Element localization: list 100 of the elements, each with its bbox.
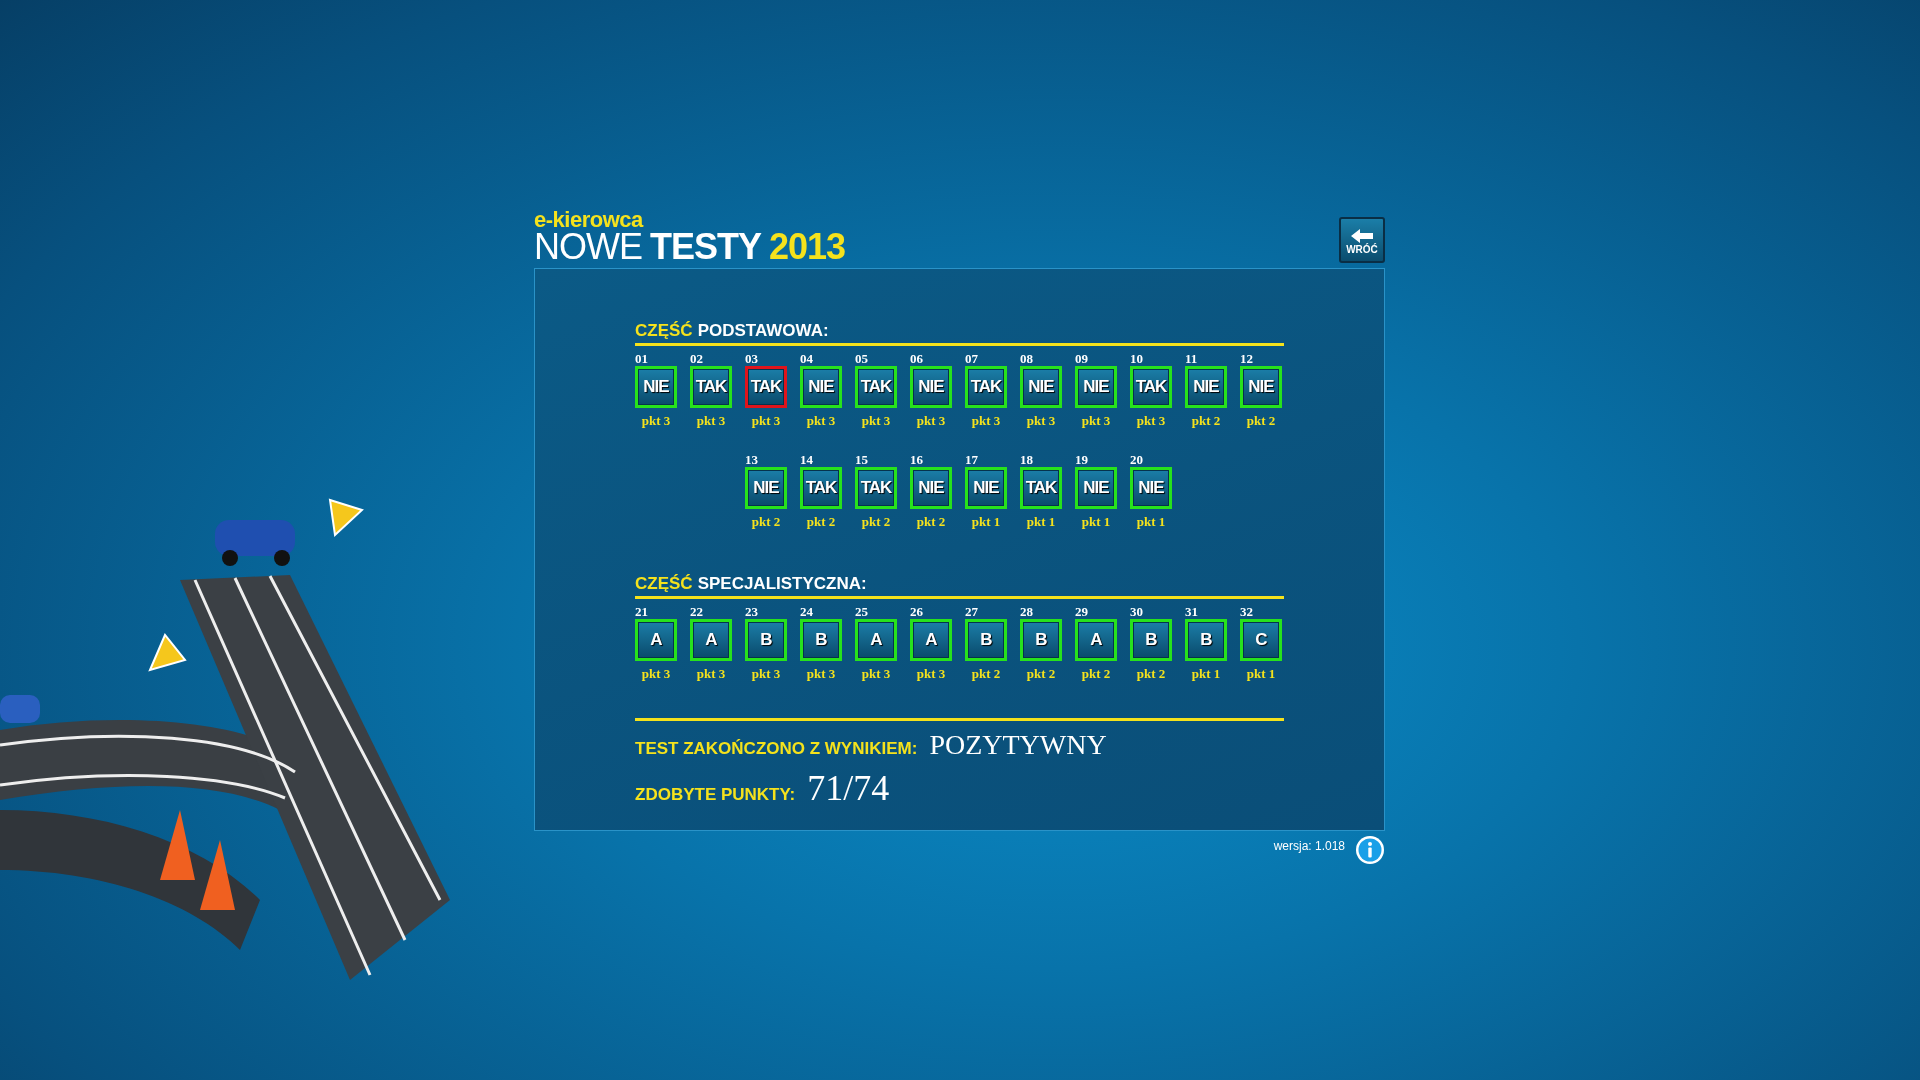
back-button[interactable]: WRÓĆ [1339,217,1385,263]
answer-tile[interactable]: B [1185,619,1227,661]
question-number: 08 [1020,351,1033,366]
question-number: 03 [745,351,758,366]
answer-tile[interactable]: NIE [1130,467,1172,509]
points-label: pkt 3 [696,666,726,682]
section-heading-accent: CZĘŚĆ [635,321,693,341]
answer-tile[interactable]: NIE [1075,467,1117,509]
question-number: 24 [800,604,813,619]
answer-tile[interactable]: NIE [910,467,952,509]
points-label: pkt 1 [1081,514,1111,530]
points-label: pkt 2 [916,514,946,530]
points-label: pkt 2 [751,514,781,530]
app-title: TESTY [650,229,761,265]
points-label: pkt 2 [806,514,836,530]
question-number: 20 [1130,452,1143,467]
answer-tile[interactable]: B [965,619,1007,661]
answer-tile[interactable]: NIE [910,366,952,408]
app-year: 2013 [769,229,846,265]
points-label: pkt 3 [806,413,836,429]
question-number: 06 [910,351,923,366]
answer-tile[interactable]: TAK [800,467,842,509]
score-value: 71/74 [807,767,890,809]
version-label: wersja: 1.018 [1273,839,1345,853]
answer-tile[interactable]: NIE [1240,366,1282,408]
points-label: pkt 3 [806,666,836,682]
answer-tile[interactable]: NIE [1185,366,1227,408]
points-label: pkt 1 [1026,514,1056,530]
question-number: 05 [855,351,868,366]
answer-tile[interactable]: B [1020,619,1062,661]
question-number: 02 [690,351,703,366]
question-number: 19 [1075,452,1088,467]
points-label: pkt 3 [916,413,946,429]
answer-tile[interactable]: B [1130,619,1172,661]
answer-tile[interactable]: TAK [1130,366,1172,408]
answer-tile[interactable]: NIE [1020,366,1062,408]
points-label: pkt 1 [971,514,1001,530]
question-number: 18 [1020,452,1033,467]
question-number: 28 [1020,604,1033,619]
section-heading: PODSTAWOWA: [697,321,829,341]
answer-tile[interactable]: TAK [690,366,732,408]
points-label: pkt 3 [696,413,726,429]
question-number: 13 [745,452,758,467]
question-number: 15 [855,452,868,467]
answer-tile[interactable]: TAK [965,366,1007,408]
points-label: pkt 3 [751,666,781,682]
question-number: 17 [965,452,978,467]
left-arrow-icon [1350,227,1374,244]
result-label: TEST ZAKOŃCZONO Z WYNIKIEM: [635,739,918,759]
answer-tile[interactable]: TAK [1020,467,1062,509]
points-label: pkt 3 [641,666,671,682]
question-number: 07 [965,351,978,366]
question-number: 04 [800,351,813,366]
answer-tile[interactable]: C [1240,619,1282,661]
brand-logo: e-kierowca [534,209,645,231]
answer-tile[interactable]: NIE [965,467,1007,509]
answer-tile[interactable]: TAK [855,467,897,509]
question-number: 09 [1075,351,1088,366]
points-label: pkt 2 [1136,666,1166,682]
answer-tile[interactable]: B [745,619,787,661]
question-number: 29 [1075,604,1088,619]
question-number: 27 [965,604,978,619]
points-label: pkt 3 [1081,413,1111,429]
answer-tile[interactable]: A [1075,619,1117,661]
info-icon[interactable] [1355,835,1385,865]
points-label: pkt 2 [861,514,891,530]
points-label: pkt 2 [1081,666,1111,682]
points-label: pkt 3 [1136,413,1166,429]
question-number: 10 [1130,351,1143,366]
score-label: ZDOBYTE PUNKTY: [635,785,796,805]
answer-tile[interactable]: NIE [635,366,677,408]
question-number: 11 [1185,351,1198,366]
answer-tile[interactable]: TAK [745,366,787,408]
result-value: POZYTYWNY [929,729,1107,761]
question-number: 31 [1185,604,1198,619]
points-label: pkt 3 [861,666,891,682]
question-number: 32 [1240,604,1253,619]
points-label: pkt 2 [1026,666,1056,682]
answer-tile[interactable]: NIE [745,467,787,509]
answer-tile[interactable]: A [690,619,732,661]
points-label: pkt 3 [916,666,946,682]
points-label: pkt 3 [971,413,1001,429]
question-number: 12 [1240,351,1253,366]
answer-tile[interactable]: A [635,619,677,661]
answer-tile[interactable]: A [855,619,897,661]
points-label: pkt 3 [1026,413,1056,429]
answer-tile[interactable]: A [910,619,952,661]
question-number: 23 [745,604,758,619]
points-label: pkt 3 [641,413,671,429]
answer-tile[interactable]: B [800,619,842,661]
answer-tile[interactable]: NIE [800,366,842,408]
points-label: pkt 3 [861,413,891,429]
question-number: 22 [690,604,703,619]
section-heading-accent: CZĘŚĆ [635,574,693,594]
section-heading: SPECJALISTYCZNA: [697,574,867,594]
points-label: pkt 2 [971,666,1001,682]
question-number: 16 [910,452,923,467]
answer-tile[interactable]: NIE [1075,366,1117,408]
app-title: NOWE [534,229,642,265]
answer-tile[interactable]: TAK [855,366,897,408]
